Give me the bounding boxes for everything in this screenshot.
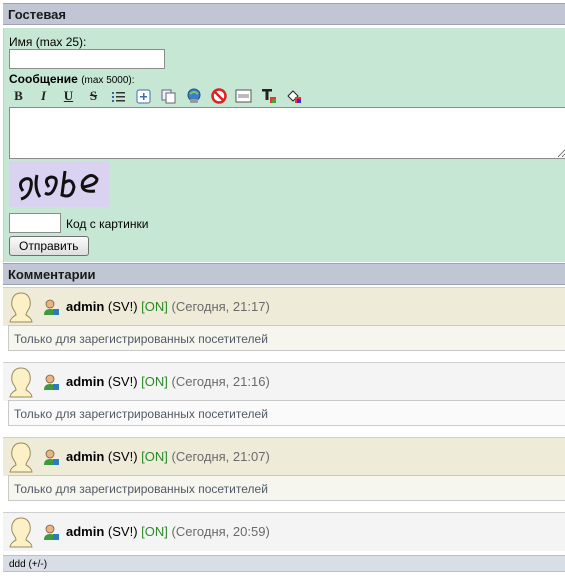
avatar-icon [9, 367, 33, 398]
author-status: [ON] [141, 374, 168, 389]
comment-item: admin (SV!) [ON] (Сегодня, 21:07) Только… [3, 437, 565, 505]
comments-title: Комментарии [3, 263, 565, 285]
message-textarea[interactable] [9, 107, 565, 159]
comment-item: admin (SV!) [ON] (Сегодня, 21:17) Только… [3, 287, 565, 355]
strike-glyph: S [89, 88, 98, 103]
copy-icon[interactable] [159, 88, 178, 105]
add-icon[interactable] [134, 88, 153, 105]
comment-date: (Сегодня, 20:59) [171, 524, 270, 539]
message-label-text: Сообщение [9, 72, 78, 86]
link-icon[interactable] [184, 88, 203, 105]
comment-author-line: admin (SV!) [ON] (Сегодня, 21:17) [66, 299, 270, 314]
captcha-code-input[interactable] [9, 213, 61, 233]
captcha-code-label: Код с картинки [66, 217, 149, 231]
name-input[interactable] [9, 49, 165, 69]
comment-author-line: admin (SV!) [ON] (Сегодня, 21:16) [66, 374, 270, 389]
author-nick[interactable]: admin [66, 299, 104, 314]
comment-date: (Сегодня, 21:16) [171, 374, 270, 389]
submit-button[interactable]: Отправить [9, 236, 89, 256]
comment-item: admin (SV!) [ON] (Сегодня, 20:59) [3, 512, 565, 552]
text-color-icon[interactable] [259, 88, 278, 105]
author-rank: (SV!) [107, 374, 138, 389]
comment-item: admin (SV!) [ON] (Сегодня, 21:16) Только… [3, 362, 565, 430]
avatar-icon [9, 517, 33, 548]
author-nick[interactable]: admin [66, 449, 104, 464]
bold-icon[interactable]: B [9, 88, 28, 105]
strikethrough-icon[interactable]: S [84, 88, 103, 105]
comment-text: Только для зарегистрированных посетителе… [8, 325, 565, 351]
bold-glyph: B [14, 88, 23, 103]
underline-icon[interactable]: U [59, 88, 78, 105]
author-rank: (SV!) [107, 449, 138, 464]
list-icon[interactable] [109, 88, 128, 105]
italic-icon[interactable]: I [34, 88, 53, 105]
guestbook-form: Имя (max 25): Сообщение (max 5000): B I … [3, 28, 565, 262]
author-nick[interactable]: admin [66, 524, 104, 539]
avatar-icon [9, 442, 33, 473]
author-nick[interactable]: admin [66, 374, 104, 389]
footer-bar: ddd (+/-) [3, 555, 565, 572]
user-icon [44, 524, 59, 540]
user-icon [44, 374, 59, 390]
message-label: Сообщение (max 5000): [9, 72, 135, 86]
name-label: Имя (max 25): [9, 35, 87, 49]
comment-text: Только для зарегистрированных посетителе… [8, 400, 565, 426]
comment-header: admin (SV!) [ON] (Сегодня, 20:59) [3, 512, 565, 551]
author-status: [ON] [141, 524, 168, 539]
captcha-image [9, 161, 109, 207]
comment-header: admin (SV!) [ON] (Сегодня, 21:07) [3, 437, 565, 476]
italic-glyph: I [40, 88, 47, 103]
user-icon [44, 449, 59, 465]
comment-date: (Сегодня, 21:07) [171, 449, 270, 464]
comment-header: admin (SV!) [ON] (Сегодня, 21:17) [3, 287, 565, 326]
user-icon [44, 299, 59, 315]
author-status: [ON] [141, 299, 168, 314]
comment-author-line: admin (SV!) [ON] (Сегодня, 21:07) [66, 449, 270, 464]
block-icon[interactable] [209, 88, 228, 105]
comment-author-line: admin (SV!) [ON] (Сегодня, 20:59) [66, 524, 270, 539]
author-rank: (SV!) [107, 524, 138, 539]
author-rank: (SV!) [107, 299, 138, 314]
avatar-icon [9, 292, 33, 323]
underline-glyph: U [63, 88, 74, 103]
author-status: [ON] [141, 449, 168, 464]
message-limit: (max 5000): [81, 75, 135, 86]
comment-header: admin (SV!) [ON] (Сегодня, 21:16) [3, 362, 565, 401]
format-toolbar: B I U S [9, 87, 303, 105]
comment-text: Только для зарегистрированных посетителе… [8, 475, 565, 501]
guestbook-title: Гостевая [3, 3, 565, 25]
comment-date: (Сегодня, 21:17) [171, 299, 270, 314]
image-icon[interactable] [234, 88, 253, 105]
fill-color-icon[interactable] [284, 88, 303, 105]
